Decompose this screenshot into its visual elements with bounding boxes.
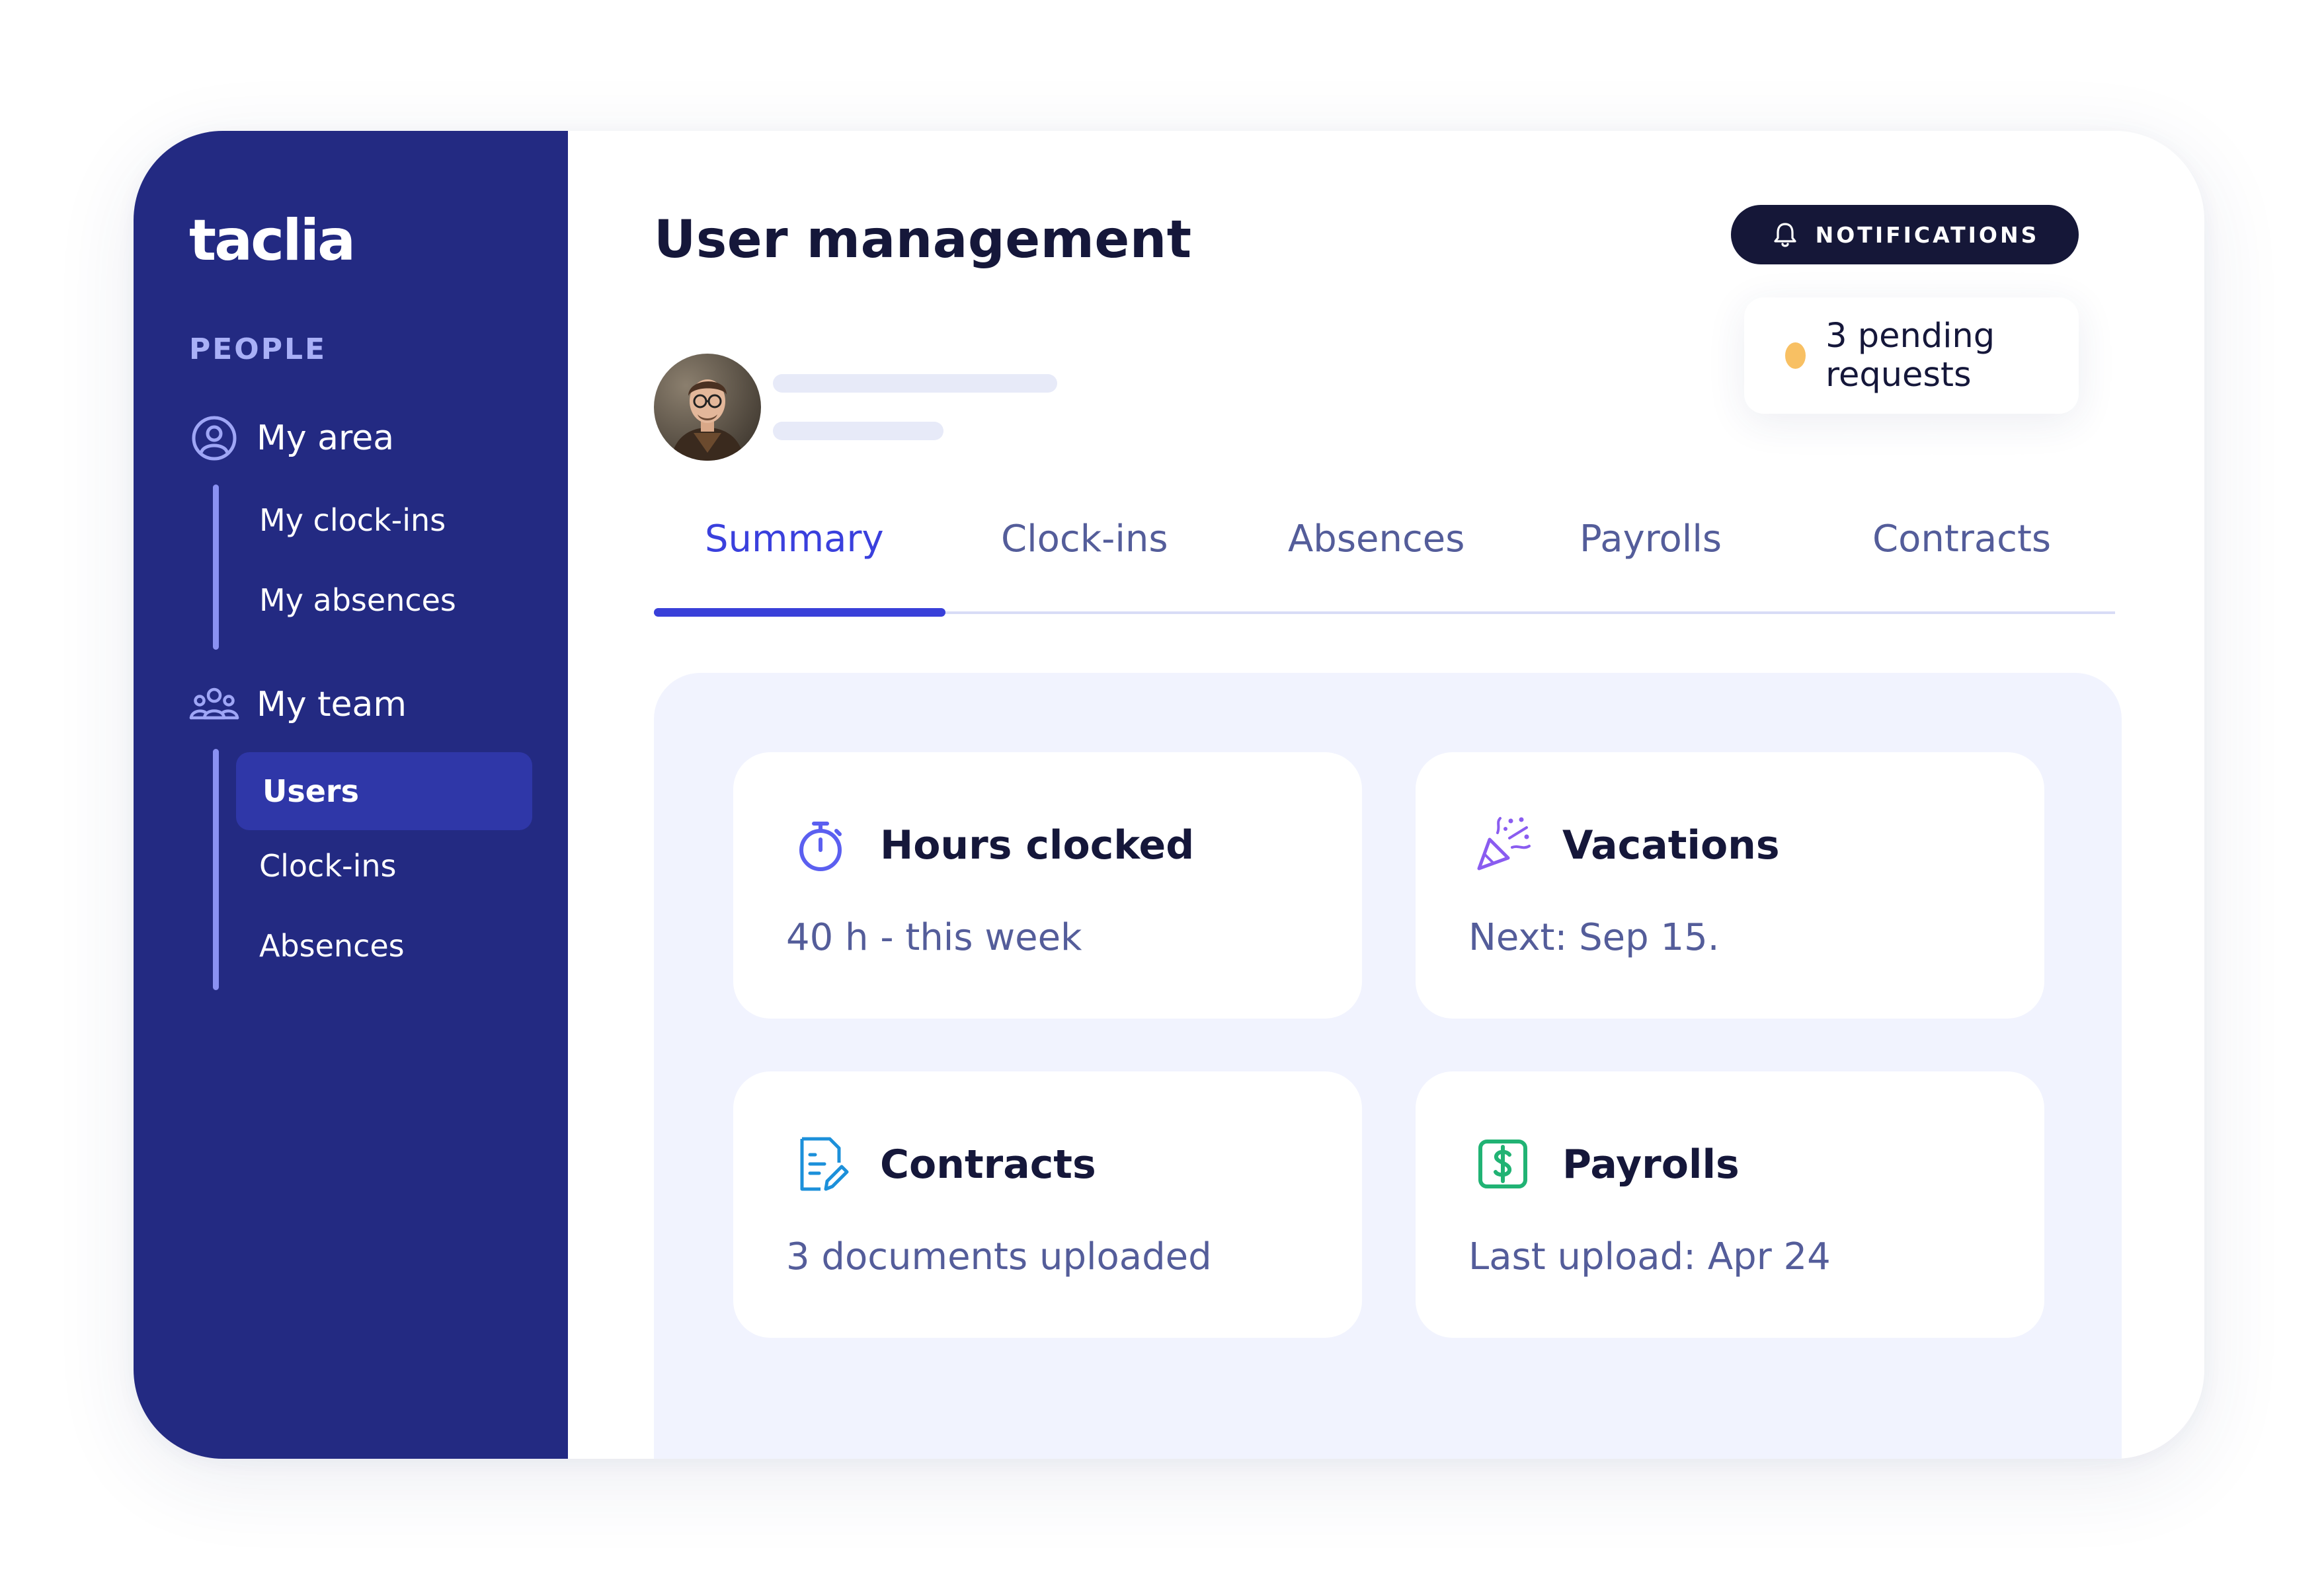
sidebar-item-users[interactable]: Users — [236, 752, 532, 830]
avatar[interactable] — [654, 354, 761, 461]
notifications-label: NOTIFICATIONS — [1815, 221, 2040, 248]
user-photo — [654, 354, 761, 461]
sidebar-group-line — [213, 749, 219, 990]
tab-summary[interactable]: Summary — [705, 518, 884, 561]
payrolls-card[interactable]: Payrolls Last upload: Apr 24 — [1416, 1071, 2044, 1338]
card-subtitle: 40 h - this week — [786, 916, 1082, 959]
stopwatch-icon — [799, 822, 842, 871]
pending-requests-text: 3 pending requests — [1825, 317, 1995, 395]
tab-absences[interactable]: Absences — [1288, 518, 1464, 561]
dollar-bill-icon — [1478, 1140, 1527, 1188]
vacations-card[interactable]: Vacations Next: Sep 15. — [1416, 752, 2044, 1019]
app-window: taclia PEOPLE My area My clock-ins My ab… — [134, 131, 2204, 1459]
contracts-card[interactable]: Contracts 3 documents uploaded — [733, 1071, 1362, 1338]
role-placeholder — [773, 422, 943, 440]
main-area: User management NOTIFICATIONS 3 pending … — [568, 131, 2204, 1459]
active-tab-indicator — [654, 608, 945, 617]
card-subtitle: 3 documents uploaded — [786, 1235, 1212, 1278]
summary-panel: Hours clocked 40 h - this week Vacations — [654, 673, 2122, 1459]
hours-clocked-card[interactable]: Hours clocked 40 h - this week — [733, 752, 1362, 1019]
user-circle-icon — [192, 416, 237, 461]
party-popper-icon — [1477, 817, 1531, 871]
status-dot — [1785, 342, 1806, 369]
sidebar-item-absences[interactable]: Absences — [259, 928, 405, 964]
tab-payrolls[interactable]: Payrolls — [1580, 518, 1722, 561]
card-title: Contracts — [880, 1142, 1096, 1188]
bell-icon — [1774, 223, 1796, 247]
pending-requests-card[interactable]: 3 pending requests — [1744, 297, 2079, 414]
sidebar-item-my-clock-ins[interactable]: My clock-ins — [259, 502, 446, 538]
sidebar-item-my-absences[interactable]: My absences — [259, 582, 456, 618]
team-icon — [189, 687, 239, 720]
sidebar-group-line — [213, 484, 219, 650]
document-edit-icon — [800, 1137, 849, 1191]
sidebar-section-label: PEOPLE — [189, 332, 327, 366]
sidebar-group-label: My area — [257, 418, 395, 458]
sidebar: taclia PEOPLE My area My clock-ins My ab… — [134, 131, 568, 1459]
card-title: Hours clocked — [880, 822, 1195, 869]
card-title: Payrolls — [1562, 1142, 1740, 1188]
notifications-button[interactable]: NOTIFICATIONS — [1731, 205, 2079, 264]
sidebar-item-clock-ins[interactable]: Clock-ins — [259, 848, 396, 884]
card-subtitle: Next: Sep 15. — [1468, 916, 1720, 959]
card-title: Vacations — [1562, 822, 1780, 869]
app-logo: taclia — [189, 208, 356, 274]
tab-contracts[interactable]: Contracts — [1872, 518, 2051, 561]
sidebar-group-my-team[interactable]: My team — [189, 679, 407, 730]
tab-clock-ins[interactable]: Clock-ins — [1001, 518, 1168, 561]
sidebar-group-label: My team — [257, 685, 407, 724]
sidebar-group-my-area[interactable]: My area — [189, 413, 394, 463]
page-title: User management — [654, 210, 1192, 270]
name-placeholder — [773, 374, 1057, 393]
card-subtitle: Last upload: Apr 24 — [1468, 1235, 1831, 1278]
